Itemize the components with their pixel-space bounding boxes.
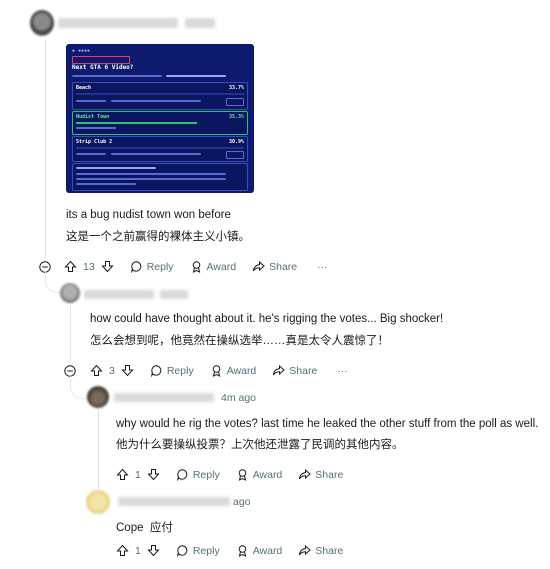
reply-button[interactable]: Reply [130,260,174,273]
comment-actions: 1 Reply Award Share [116,468,343,481]
share-icon [272,364,286,377]
timestamp [185,18,215,28]
reply-button[interactable]: Reply [176,544,220,557]
share-button[interactable]: Share [252,260,297,273]
vote-count: 1 [135,468,141,481]
comment-body-zh: 他为什么要操纵投票？上次他还泄露了民调的其他内容。 [116,439,404,451]
vote-count: 13 [83,260,95,273]
thread-line[interactable] [98,410,99,485]
reply-icon [176,544,189,557]
username[interactable] [58,18,178,28]
downvote-icon[interactable] [101,260,114,273]
vote-count: 3 [109,364,115,377]
collapse-icon[interactable] [64,364,76,377]
more-icon[interactable]: ··· [317,261,328,273]
share-icon [252,260,265,273]
comment-actions: 1 Reply Award Share [116,544,343,557]
post-image[interactable]: ◆ ▪▪▪▪ Next GTA 6 Video? Beach 33.7% Nud… [66,44,254,193]
avatar[interactable] [87,386,109,408]
comment-body-zh: 怎么会想到呢，他竟然在操纵选举……真是太令人震惊了！ [90,335,389,347]
downvote-icon[interactable] [147,468,160,481]
reply-icon [130,260,143,273]
comment-body-en: how could have thought about it. he's ri… [90,313,444,325]
award-button[interactable]: Award [236,544,282,557]
username[interactable] [114,393,214,402]
timestamp: 4m ago [221,392,257,404]
award-button[interactable]: Award [236,468,282,481]
comment-body-en: its a bug nudist town won before [66,209,231,221]
award-button[interactable]: Award [190,260,236,273]
thread-connector [45,270,60,293]
thread-line[interactable] [45,40,46,258]
vote-count: 1 [135,544,141,557]
timestamp [160,290,188,299]
share-button[interactable]: Share [272,364,317,377]
downvote-icon[interactable] [147,544,160,557]
award-button[interactable]: Award [210,364,256,377]
reply-button[interactable]: Reply [150,364,194,377]
more-icon[interactable]: ··· [337,365,348,377]
username[interactable] [84,290,154,299]
username[interactable] [118,497,230,506]
award-icon [210,364,223,377]
comment-actions: 3 Reply Award Share ··· [90,364,348,377]
share-button[interactable]: Share [298,544,343,557]
comment-body-en: Cope 应付 [116,522,173,534]
avatar[interactable] [60,283,80,303]
upvote-icon[interactable] [64,260,77,273]
avatar[interactable] [30,10,54,36]
award-icon [190,260,203,273]
comment-actions: 13 Reply Award Share ··· [64,260,328,273]
thread-connector [70,376,85,399]
comment-body-zh: 这是一个之前赢得的裸体主义小镇。 [66,231,250,243]
share-icon [298,468,312,481]
upvote-icon[interactable] [90,364,103,377]
reply-icon [176,468,189,481]
award-icon [236,544,249,557]
downvote-icon[interactable] [121,364,134,377]
thread-line[interactable] [70,305,71,360]
image-title: Next GTA 6 Video? [72,64,134,71]
upvote-icon[interactable] [116,544,129,557]
share-icon [298,544,312,557]
upvote-icon[interactable] [116,468,129,481]
reply-button[interactable]: Reply [176,468,220,481]
comment-body-en: why would he rig the votes? last time he… [116,418,539,430]
share-button[interactable]: Share [298,468,343,481]
award-icon [236,468,249,481]
avatar[interactable] [86,490,110,514]
reply-icon [150,364,163,377]
timestamp: ago [233,496,251,508]
